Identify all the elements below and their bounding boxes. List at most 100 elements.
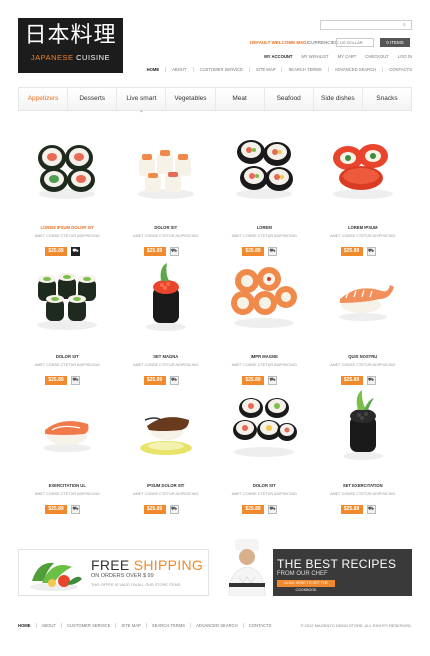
product-name[interactable]: SET MAGNA (117, 354, 216, 359)
category-seafood[interactable]: Seafood (265, 88, 314, 110)
product-image-maki-salmon[interactable] (32, 128, 102, 208)
shipping-word-shipping: SHIPPING (133, 557, 204, 573)
category-appetizers[interactable]: Appetizers (19, 88, 69, 110)
product-name[interactable]: LOREM (215, 225, 314, 230)
add-to-cart-icon[interactable]: ⛟ (268, 247, 277, 256)
shipping-word-free: FREE (91, 557, 130, 573)
category-live-smart[interactable]: Live smart + (117, 88, 167, 115)
product-name[interactable]: DOLOR SIT (117, 225, 216, 230)
add-to-cart-icon[interactable]: ⛟ (268, 505, 277, 514)
product-card: QUIS NOSTRU AMET CONSE CTETUR ADIPISICIN… (314, 257, 413, 386)
nav-advanced-search[interactable]: ADVANCED SEARCH (335, 67, 384, 72)
footer-about[interactable]: ABOUT (42, 623, 62, 628)
link-my-cart[interactable]: MY CART (338, 54, 357, 59)
recipes-headline: THE BEST RECIPES (277, 557, 397, 571)
product-desc: AMET CONSE CTETUR ADIPISICING (231, 492, 297, 496)
free-shipping-banner[interactable]: FREE SHIPPING ON ORDERS OVER $ 99 THIS O… (18, 549, 209, 596)
product-name[interactable]: DOLOR SIT (18, 354, 117, 359)
category-desserts[interactable]: Desserts (68, 88, 118, 110)
recipes-banner[interactable]: THE BEST RECIPES FROM OUR CHEF CLICK HER… (221, 539, 412, 596)
cart-button[interactable]: 0 ITEMS (380, 38, 410, 47)
price-badge: $25.89 (143, 505, 166, 514)
site-logo[interactable]: 日本料理 JAPANESE CUISINE (18, 18, 123, 73)
product-image-salmon-nigiri[interactable] (32, 386, 102, 466)
currency-select[interactable]: US DOLLAR (336, 38, 374, 47)
link-my-account[interactable]: MY ACCOUNT (264, 54, 292, 59)
product-image-gunkan[interactable] (131, 257, 201, 337)
product-name[interactable]: LOREM IPSUM DOLOR SIT (18, 225, 117, 230)
product-desc: AMET CONSE CTETUR ADIPISICING (133, 363, 199, 367)
category-side-dishes[interactable]: Side dishes (314, 88, 363, 110)
link-my-wishlist[interactable]: MY WISHLIST (301, 54, 328, 59)
product-desc: AMET CONSE CTETUR ADIPISICING (330, 363, 396, 367)
footer-nav: HOME ABOUT CUSTOMER SERVICE SITE MAP SEA… (18, 623, 276, 628)
product-name[interactable]: IMPR MAGNE (215, 354, 314, 359)
product-card: LOREM AMET CONSE CTETUR ADIPISICING $25.… (215, 128, 314, 257)
price-badge: $25.89 (242, 376, 264, 385)
nav-contacts[interactable]: CONTACTS (389, 67, 412, 72)
product-card: SET MAGNA AMET CONSE CTETUR ADIPISICING … (117, 257, 216, 386)
currency-label: CURRENCIES: (308, 40, 340, 45)
add-to-cart-icon[interactable]: ⛟ (366, 376, 376, 385)
product-image-unagi[interactable] (131, 386, 201, 466)
logo-kanji: 日本料理 (24, 23, 117, 48)
nav-about[interactable]: ABOUT (172, 67, 194, 72)
link-checkout[interactable]: CHECKOUT (365, 54, 389, 59)
link-login[interactable]: LOG IN (398, 54, 412, 59)
price-badge: $25.89 (242, 505, 264, 514)
nav-customer-service[interactable]: CUSTOMER SERVICE (200, 67, 250, 72)
product-card: LOREM IPSUM DOLOR SIT AMET CONSE CTETUR … (18, 128, 117, 257)
product-image-roe-roll[interactable] (328, 128, 398, 208)
welcome-message: DEFAULT WELCOME MSG! (250, 40, 309, 45)
add-to-cart-icon[interactable]: ⛟ (268, 376, 277, 385)
product-image-futomaki[interactable] (229, 128, 299, 208)
nav-home[interactable]: HOME (147, 67, 167, 72)
footer-advanced-search[interactable]: ADVANCED SEARCH (196, 623, 244, 628)
product-card: SET EXERCITATION AMET CONSE CTETUR ADIPI… (314, 386, 413, 515)
logo-subtitle: JAPANESE CUISINE (18, 53, 123, 62)
page: 日本料理 JAPANESE CUISINE ⌕ DEFAULT WELCOME … (0, 0, 430, 656)
product-card: EXERCITATION UL AMET CONSE CTETUR ADIPIS… (18, 386, 117, 515)
product-image-mixed-maki[interactable] (229, 386, 299, 466)
cookbook-button[interactable]: CLICK HERE TO GET THE COOKBOOK (277, 580, 335, 592)
shipping-headline: FREE SHIPPING (91, 557, 203, 573)
add-to-cart-icon[interactable]: ⛟ (71, 376, 80, 385)
nav-search-terms[interactable]: SEARCH TERMS (288, 67, 329, 72)
footer-site-map[interactable]: SITE MAP (121, 623, 147, 628)
copyright: © 2012 MAGENTO DEMO STORE. ALL RIGHTS RE… (300, 623, 413, 628)
category-meat[interactable]: Meat (216, 88, 265, 110)
top-nav: HOME ABOUT CUSTOMER SERVICE SITE MAP SEA… (147, 67, 412, 72)
add-to-cart-icon[interactable]: ⛟ (169, 376, 179, 385)
product-image-uramaki[interactable] (131, 128, 201, 208)
product-image-tobiko-gunkan[interactable] (328, 386, 398, 466)
footer-home[interactable]: HOME (18, 623, 37, 628)
product-card: IPSUM DOLOR SIT AMET CONSE CTETUR ADIPIS… (117, 386, 216, 515)
add-to-cart-icon[interactable]: ⛟ (169, 247, 179, 256)
shipping-subline: ON ORDERS OVER $ 99 (91, 573, 154, 579)
product-name[interactable]: EXERCITATION UL (18, 483, 117, 488)
category-snacks[interactable]: Snacks (363, 88, 411, 110)
category-vegetables[interactable]: Vegetables (166, 88, 216, 110)
price-badge: $25.89 (340, 247, 363, 256)
add-to-cart-icon[interactable]: ⛟ (169, 505, 179, 514)
nav-site-map[interactable]: SITE MAP (256, 67, 283, 72)
product-name[interactable]: LOREM IPSUM (314, 225, 413, 230)
add-to-cart-icon[interactable]: ⛟ (366, 505, 376, 514)
product-name[interactable]: IPSUM DOLOR SIT (117, 483, 216, 488)
product-name[interactable]: SET EXERCITATION (314, 483, 413, 488)
add-to-cart-icon[interactable]: ⛟ (366, 247, 376, 256)
product-desc: AMET CONSE CTETUR ADIPISICING (34, 234, 100, 238)
search-icon[interactable]: ⌕ (403, 22, 409, 28)
product-desc: AMET CONSE CTETUR ADIPISICING (133, 492, 199, 496)
product-image-ebi-nigiri[interactable] (328, 257, 398, 337)
add-to-cart-icon[interactable]: ⛟ (71, 247, 80, 256)
footer-contacts[interactable]: CONTACTS (249, 623, 277, 628)
footer-customer-service[interactable]: CUSTOMER SERVICE (67, 623, 117, 628)
product-image-hosomaki[interactable] (32, 257, 102, 337)
product-name[interactable]: QUIS NOSTRU (314, 354, 413, 359)
product-name[interactable]: DOLOR SIT (215, 483, 314, 488)
add-to-cart-icon[interactable]: ⛟ (71, 505, 80, 514)
search-input[interactable]: ⌕ (320, 20, 412, 30)
footer-search-terms[interactable]: SEARCH TERMS (152, 623, 192, 628)
product-image-salmon-rolls[interactable] (229, 257, 299, 337)
